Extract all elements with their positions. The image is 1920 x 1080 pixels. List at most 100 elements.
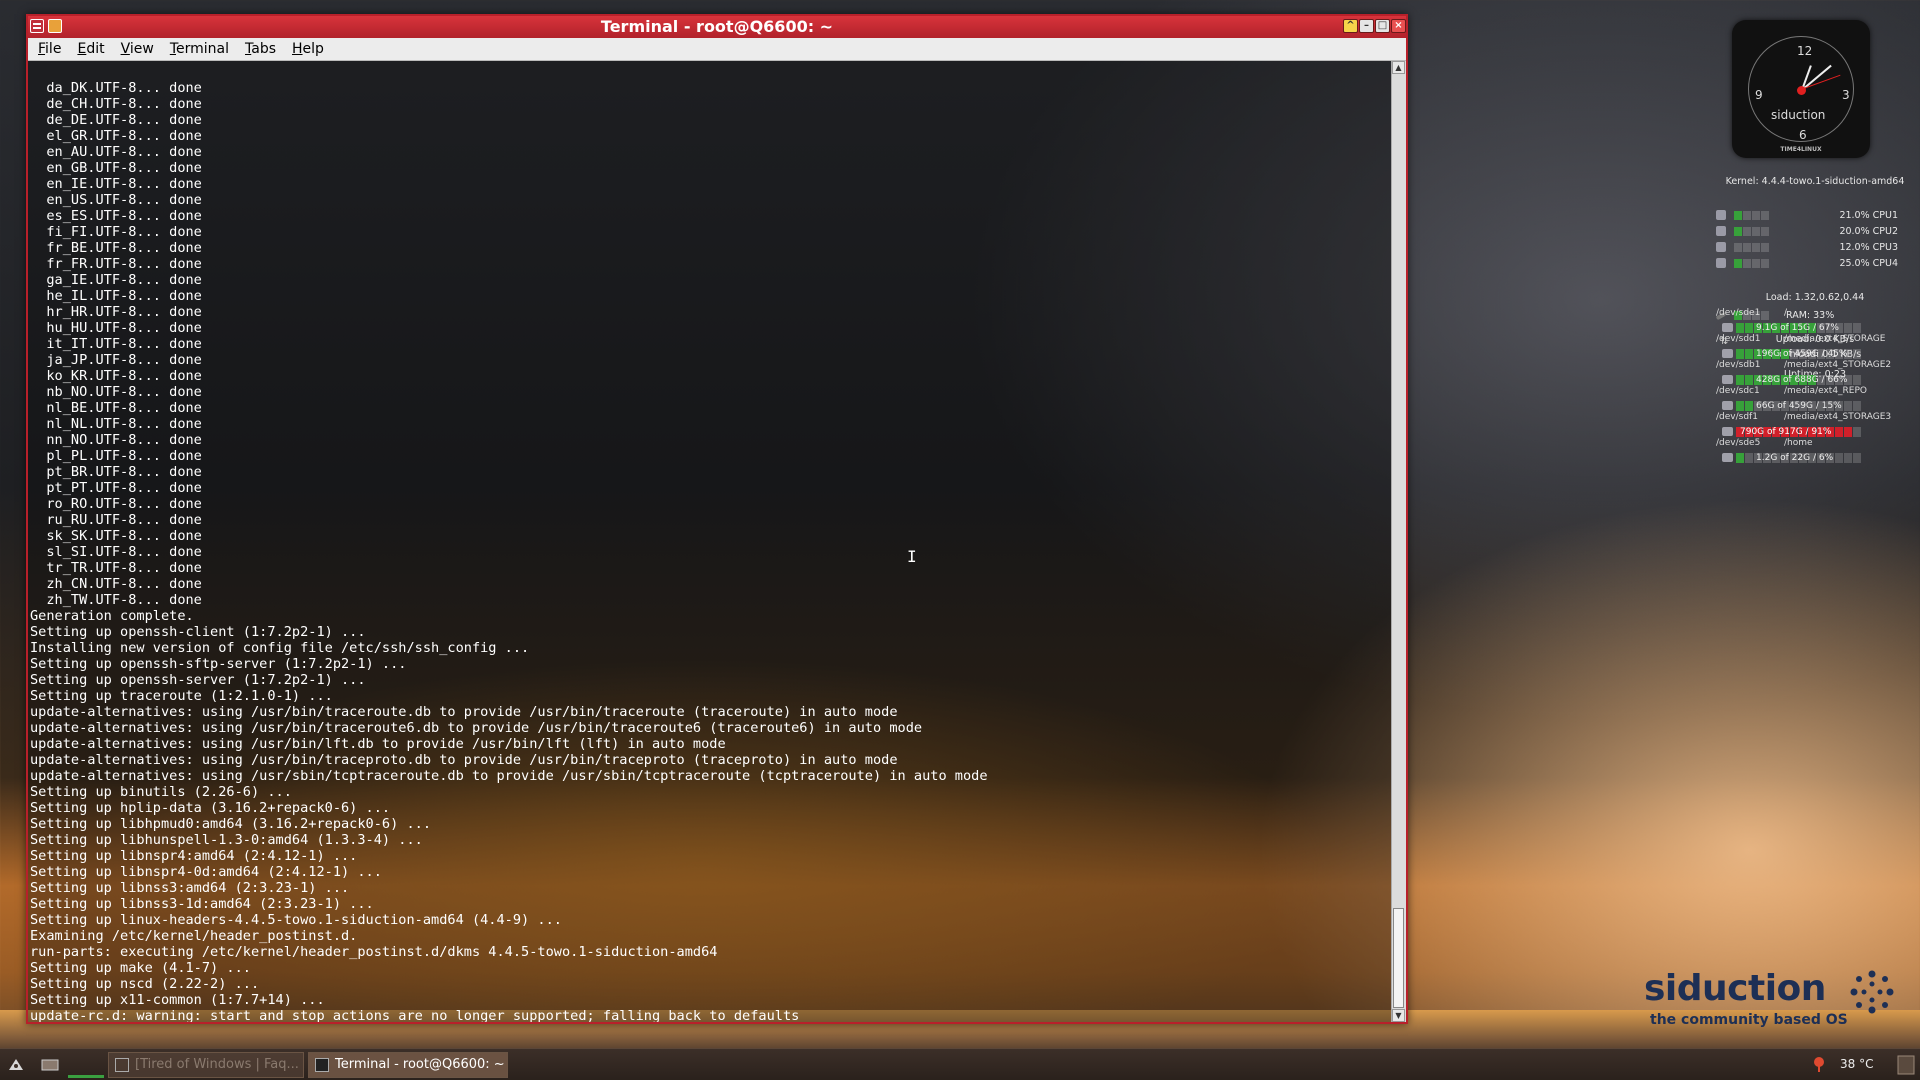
terminal-line: pt_BR.UTF-8... done (30, 464, 202, 480)
disk-mount: /media/ext4_REPO (1784, 386, 1868, 396)
clock-numeral: 12 (1797, 44, 1813, 58)
bar-segment (1835, 453, 1843, 463)
menu-tabs[interactable]: Tabs (239, 38, 282, 58)
terminal-scrollbar[interactable]: ▲ ▼ (1391, 61, 1406, 1022)
disk-mount: /media/ext4_STORAGE (1784, 334, 1886, 344)
menu-file[interactable]: File (32, 38, 67, 58)
clock-brand: siduction (1771, 108, 1826, 122)
browser-icon (115, 1058, 129, 1072)
terminal-line: Setting up traceroute (1:2.1.0-1) ... (30, 688, 333, 704)
terminal-window[interactable]: Terminal - root@Q6600: ~ ^ – □ × File Edi… (26, 14, 1408, 1024)
terminal-line: Setting up hplip-data (3.16.2+repack0-6)… (30, 800, 391, 816)
bar-segment (1743, 259, 1751, 268)
bar-segment (1734, 243, 1742, 252)
cpu-row: 20.0% CPU2 (1716, 226, 1906, 238)
clock-numeral: 6 (1799, 128, 1807, 142)
bar-segment (1853, 401, 1861, 411)
bar-segment (1853, 375, 1861, 385)
terminal-icon (315, 1058, 329, 1072)
clock-footer: TIME4LINUX (1780, 146, 1822, 153)
window-titlebar[interactable]: Terminal - root@Q6600: ~ ^ – □ × (28, 16, 1406, 38)
taskbar: [Tired of Windows | Faq... Terminal - ro… (0, 1048, 1920, 1080)
conky-monitor: 12 3 6 9 siduction TIME4LINUX Kernel: 4.… (1712, 14, 1918, 574)
bar-segment (1853, 453, 1861, 463)
bar-segment (1844, 453, 1852, 463)
terminal-line: en_GB.UTF-8... done (30, 160, 202, 176)
logo-wordmark: siduction (1644, 968, 1826, 1009)
taskbar-task[interactable]: [Tired of Windows | Faq... (108, 1052, 304, 1078)
workspace-indicator (68, 1075, 104, 1078)
minimize-button[interactable]: – (1359, 19, 1374, 33)
scroll-up-icon[interactable]: ▲ (1392, 61, 1405, 74)
terminal-line: nn_NO.UTF-8... done (30, 432, 202, 448)
terminal-line: hr_HR.UTF-8... done (30, 304, 202, 320)
bar-segment (1844, 427, 1852, 437)
task-label: Terminal - root@Q6600: ~ (335, 1057, 505, 1072)
menu-view[interactable]: View (115, 38, 160, 58)
terminal-line: he_IL.UTF-8... done (30, 288, 202, 304)
terminal-line: nl_NL.UTF-8... done (30, 416, 202, 432)
terminal-line: Setting up libnspr4-0d:amd64 (2:4.12-1) … (30, 864, 382, 880)
logo-dots-icon (1850, 970, 1894, 1014)
analog-clock: 12 3 6 9 siduction TIME4LINUX (1732, 20, 1870, 158)
bar-segment (1853, 349, 1861, 359)
bar-segment (1752, 259, 1760, 268)
bar-segment (1761, 243, 1769, 252)
cpu-value: 20.0% CPU2 (1839, 226, 1898, 237)
cpu-value: 21.0% CPU1 (1839, 210, 1898, 221)
bar-segment (1736, 453, 1744, 463)
menu-help[interactable]: Help (286, 38, 330, 58)
terminal-line: fi_FI.UTF-8... done (30, 224, 202, 240)
show-desktop-icon[interactable] (40, 1055, 60, 1075)
drive-icon (1722, 427, 1733, 436)
terminal-line: Setting up libhpmud0:amd64 (3.16.2+repac… (30, 816, 432, 832)
terminal-line: update-alternatives: using /usr/bin/trac… (30, 720, 923, 736)
task-label: [Tired of Windows | Faq... (135, 1057, 299, 1072)
bar-segment (1736, 375, 1744, 385)
terminal-line: ru_RU.UTF-8... done (30, 512, 202, 528)
terminal-line: zh_TW.UTF-8... done (30, 592, 202, 608)
terminal-line: Setting up libhunspell-1.3-0:amd64 (1.3.… (30, 832, 423, 848)
terminal-line: en_AU.UTF-8... done (30, 144, 202, 160)
clock-numeral: 9 (1755, 88, 1763, 102)
window-title: Terminal - root@Q6600: ~ (600, 17, 834, 36)
bar-segment (1844, 401, 1852, 411)
terminal-line: Setting up openssh-server (1:7.2p2-1) ..… (30, 672, 366, 688)
bar-segment (1734, 211, 1742, 220)
tray-icon[interactable] (1896, 1053, 1916, 1077)
shade-button[interactable]: ^ (1343, 19, 1358, 33)
cpu-bar (1734, 211, 1770, 223)
terminal-line: fr_BE.UTF-8... done (30, 240, 202, 256)
cpu-icon (1716, 242, 1726, 252)
bar-segment (1853, 323, 1861, 333)
cpu-icon (1716, 210, 1726, 220)
terminal-output[interactable]: da_DK.UTF-8... done de_CH.UTF-8... done … (28, 61, 1392, 1022)
disk-usage: 196G of 459G / 45% (1756, 349, 1848, 359)
bar-segment (1752, 243, 1760, 252)
start-menu-icon[interactable] (6, 1055, 26, 1075)
terminal-line: nb_NO.UTF-8... done (30, 384, 202, 400)
cpu-row: 12.0% CPU3 (1716, 242, 1906, 254)
terminal-line: en_US.UTF-8... done (30, 192, 202, 208)
close-button[interactable]: × (1391, 19, 1406, 33)
scrollbar-thumb[interactable] (1393, 908, 1404, 1008)
drive-icon (1722, 323, 1733, 332)
disk-mount: /home (1784, 438, 1813, 448)
terminal-line: sk_SK.UTF-8... done (30, 528, 202, 544)
cpu-bar (1734, 227, 1770, 239)
clock-numeral: 3 (1842, 88, 1850, 102)
bar-segment (1745, 375, 1753, 385)
bar-segment (1853, 427, 1861, 437)
menu-edit[interactable]: Edit (71, 38, 110, 58)
disk-device: /dev/sde5 (1716, 438, 1761, 448)
bar-segment (1734, 227, 1742, 236)
terminal-line: it_IT.UTF-8... done (30, 336, 202, 352)
taskbar-task-active[interactable]: Terminal - root@Q6600: ~ (308, 1052, 508, 1078)
bar-segment (1743, 227, 1751, 236)
cpu-icon (1716, 226, 1726, 236)
scroll-down-icon[interactable]: ▼ (1392, 1009, 1405, 1022)
menu-terminal[interactable]: Terminal (164, 38, 235, 58)
maximize-button[interactable]: □ (1375, 19, 1390, 33)
terminal-line: da_DK.UTF-8... done (30, 80, 202, 96)
cpu-icon (1716, 258, 1726, 268)
